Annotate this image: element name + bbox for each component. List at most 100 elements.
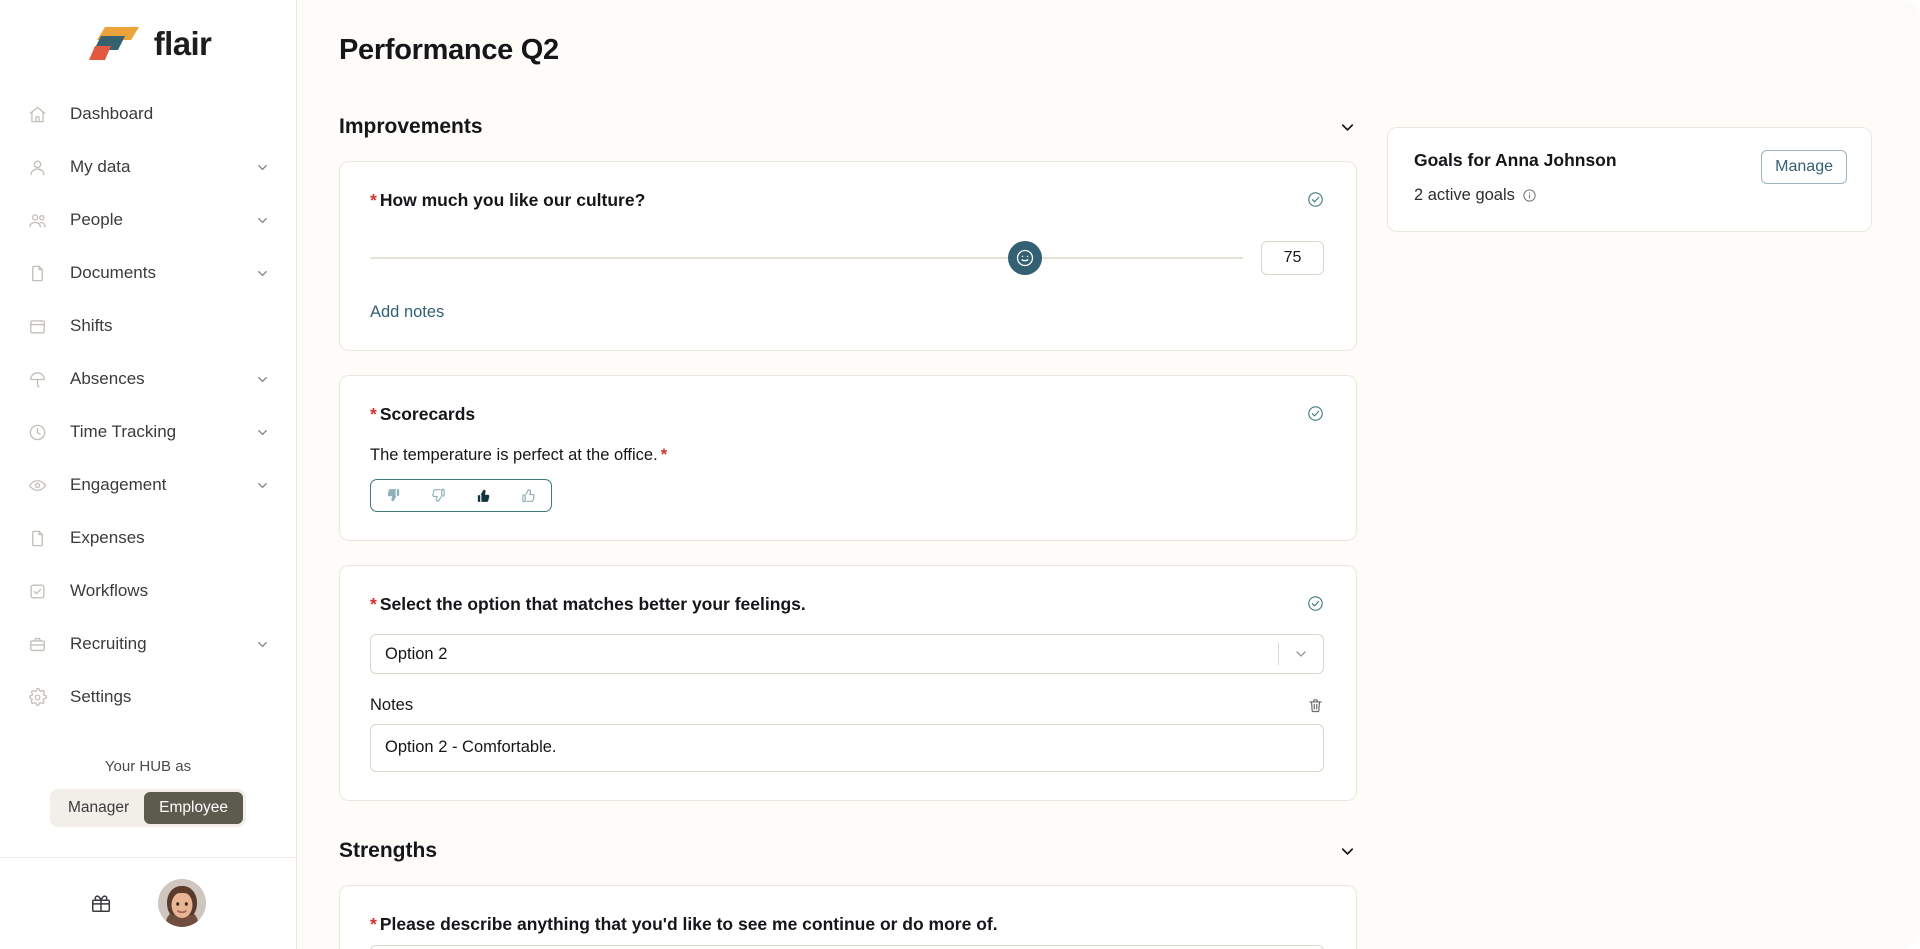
notes-textarea[interactable]: Option 2 - Comfortable. — [370, 724, 1324, 773]
sidebar-item-recruiting[interactable]: Recruiting — [0, 618, 296, 671]
question-card-scorecards: * Scorecards The temperature is perfect a… — [339, 374, 1357, 541]
sidebar-item-my-data[interactable]: My data — [0, 141, 296, 194]
thumb-down-outline-icon — [432, 488, 445, 502]
briefcase-icon — [26, 633, 48, 655]
feelings-select[interactable]: Option 2 — [370, 634, 1324, 675]
checkbox-icon — [26, 580, 48, 602]
sidebar-item-label: Workflows — [70, 581, 149, 601]
culture-slider-row: 75 — [370, 237, 1324, 279]
scorecard-statement: The temperature is perfect at the office… — [370, 446, 1324, 465]
info-icon[interactable] — [1522, 188, 1537, 203]
app-root: flair Dashboard My data People Documents… — [0, 0, 1920, 949]
chevron-down-icon[interactable] — [255, 372, 270, 387]
sidebar-item-label: Recruiting — [70, 634, 147, 654]
user-icon — [26, 156, 48, 178]
scorecard-rating-group — [370, 478, 552, 512]
goals-column: Goals for Anna Johnson 2 active goals Ma… — [1387, 34, 1872, 949]
sidebar-nav: Dashboard My data People Documents Shift… — [0, 88, 296, 724]
scorecard-statement-text: The temperature is perfect at the office… — [370, 445, 658, 464]
sidebar-item-label: Documents — [70, 263, 156, 283]
hub-toggle-group: Manager Employee — [49, 788, 247, 827]
question-label: * How much you like our culture? — [370, 189, 645, 212]
slider[interactable] — [370, 237, 1243, 279]
check-circle-icon — [1307, 405, 1324, 422]
sidebar-item-label: Shifts — [70, 316, 113, 336]
goals-subtitle-row: 2 active goals — [1414, 186, 1617, 205]
sidebar-item-expenses[interactable]: Expenses — [0, 512, 296, 565]
add-notes-link[interactable]: Add notes — [370, 303, 444, 322]
sidebar-footer — [0, 856, 296, 949]
thumb-up-filled-icon — [477, 489, 490, 502]
required-asterisk: * — [370, 593, 377, 614]
goals-panel: Goals for Anna Johnson 2 active goals Ma… — [1387, 127, 1872, 232]
rating-option-thumb-up-outline[interactable] — [506, 480, 551, 511]
strengths-textarea[interactable] — [370, 945, 1324, 949]
thumb-up-outline-icon — [522, 488, 535, 502]
sidebar-item-label: Engagement — [70, 475, 167, 495]
hub-option-employee[interactable]: Employee — [144, 791, 244, 824]
question-card-culture: * How much you like our culture? 75 Add … — [339, 161, 1357, 351]
chevron-down-icon[interactable] — [1279, 646, 1323, 662]
slider-value-input[interactable]: 75 — [1261, 240, 1324, 275]
form-column: Performance Q2 Improvements * How much yo… — [339, 34, 1357, 949]
required-asterisk: * — [370, 403, 377, 424]
avatar[interactable] — [158, 879, 206, 928]
gift-icon[interactable] — [90, 892, 112, 914]
goals-info: Goals for Anna Johnson 2 active goals — [1414, 150, 1617, 205]
slider-thumb[interactable] — [1007, 240, 1042, 275]
sidebar-item-label: Settings — [70, 687, 132, 707]
brand-logo[interactable]: flair — [0, 0, 296, 88]
umbrella-icon — [26, 368, 48, 390]
chevron-down-icon[interactable] — [1338, 842, 1357, 861]
hub-option-manager[interactable]: Manager — [53, 792, 144, 824]
slider-track[interactable] — [370, 256, 1243, 259]
question-text: Scorecards — [379, 403, 476, 424]
rating-option-thumb-up-filled[interactable] — [461, 480, 506, 511]
sidebar-item-documents[interactable]: Documents — [0, 247, 296, 300]
rating-option-thumb-down-outline[interactable] — [416, 480, 461, 511]
flair-logo-icon — [85, 24, 143, 64]
sidebar-item-engagement[interactable]: Engagement — [0, 459, 296, 512]
question-card-strengths: * Please describe anything that you'd lik… — [339, 885, 1357, 949]
chevron-down-icon[interactable] — [255, 478, 270, 493]
question-card-feelings: * Select the option that matches better y… — [339, 564, 1357, 802]
required-asterisk: * — [660, 445, 668, 464]
chevron-down-icon[interactable] — [1338, 118, 1357, 137]
sidebar-item-shifts[interactable]: Shifts — [0, 300, 296, 353]
manage-goals-button[interactable]: Manage — [1761, 150, 1847, 184]
sidebar-item-time-tracking[interactable]: Time Tracking — [0, 406, 296, 459]
gear-icon — [26, 686, 48, 708]
hub-title: Your HUB as — [104, 757, 192, 775]
required-asterisk: * — [370, 190, 377, 210]
main-content: Performance Q2 Improvements * How much yo… — [297, 0, 1920, 949]
smiley-icon — [1016, 249, 1033, 266]
check-circle-icon — [1307, 595, 1324, 612]
question-label: * Scorecards — [370, 403, 475, 426]
sidebar-item-dashboard[interactable]: Dashboard — [0, 88, 296, 141]
notes-label: Notes — [370, 696, 414, 715]
question-text: Select the option that matches better yo… — [379, 593, 806, 614]
sidebar-item-workflows[interactable]: Workflows — [0, 565, 296, 618]
sidebar: flair Dashboard My data People Documents… — [0, 0, 297, 949]
required-asterisk: * — [370, 914, 377, 935]
rating-option-thumb-down-filled[interactable] — [371, 480, 416, 511]
chevron-down-icon[interactable] — [255, 266, 270, 281]
question-text: How much you like our culture? — [379, 190, 646, 210]
section-title: Improvements — [339, 115, 483, 138]
sidebar-item-settings[interactable]: Settings — [0, 671, 296, 724]
chevron-down-icon[interactable] — [255, 425, 270, 440]
sidebar-item-people[interactable]: People — [0, 194, 296, 247]
sidebar-item-absences[interactable]: Absences — [0, 353, 296, 406]
section-header-improvements[interactable]: Improvements — [339, 115, 1357, 139]
trash-icon[interactable] — [1307, 697, 1324, 714]
goals-title: Goals for Anna Johnson — [1414, 150, 1617, 170]
notes-header-row: Notes — [370, 696, 1324, 715]
select-selected-value: Option 2 — [385, 644, 448, 663]
users-icon — [26, 209, 48, 231]
chevron-down-icon[interactable] — [255, 160, 270, 175]
thumb-down-filled-icon — [387, 488, 400, 501]
section-header-strengths[interactable]: Strengths — [339, 839, 1357, 863]
chevron-down-icon[interactable] — [255, 213, 270, 228]
chevron-down-icon[interactable] — [255, 637, 270, 652]
sidebar-item-label: My data — [70, 157, 131, 177]
